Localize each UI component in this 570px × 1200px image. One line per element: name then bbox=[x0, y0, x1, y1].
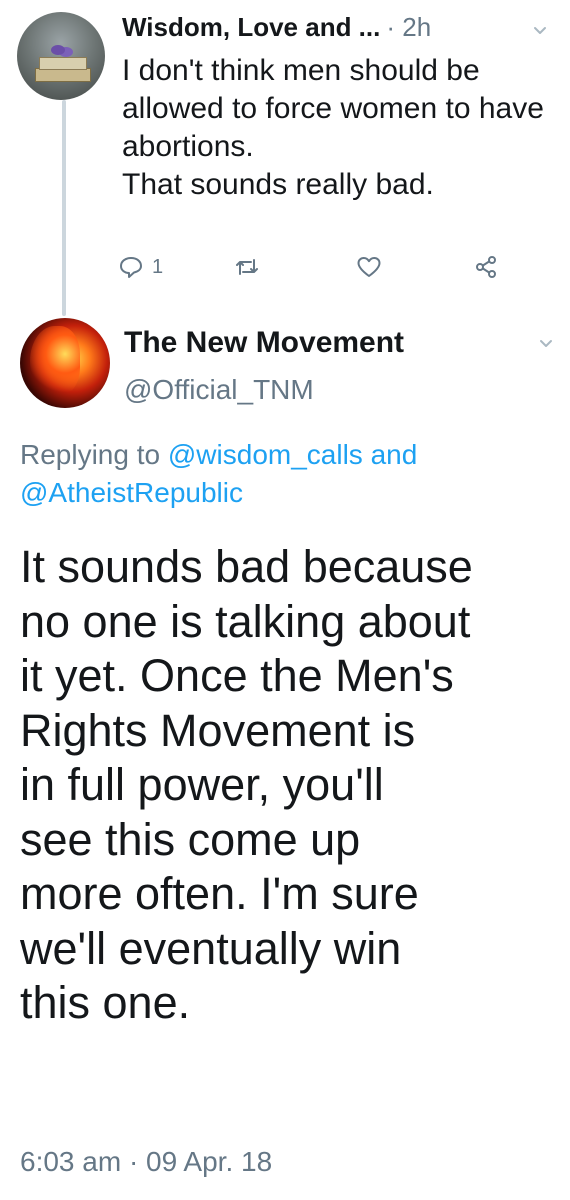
replying-to-label: Replying to bbox=[20, 439, 161, 470]
avatar[interactable] bbox=[20, 318, 110, 408]
chevron-down-icon[interactable] bbox=[538, 335, 554, 351]
parent-tweet-header: Wisdom, Love and ... · 2h bbox=[122, 12, 562, 52]
chevron-down-icon[interactable] bbox=[532, 22, 548, 38]
mention-link[interactable]: @AtheistRepublic bbox=[20, 477, 243, 508]
user-handle[interactable]: @Official_TNM bbox=[124, 374, 314, 406]
share-icon bbox=[476, 256, 496, 278]
reply-button[interactable]: 1 bbox=[118, 252, 163, 282]
parent-tweet-text: I don't think men should be allowed to f… bbox=[122, 54, 544, 201]
display-name[interactable]: The New Movement bbox=[124, 326, 404, 360]
heart-icon bbox=[357, 257, 381, 277]
reply-count: 1 bbox=[152, 255, 164, 278]
mention-conjunction: and bbox=[370, 439, 418, 470]
mention-link[interactable]: @wisdom_calls bbox=[168, 439, 363, 470]
retweet-icon bbox=[236, 259, 258, 275]
tweet-actions: 1 bbox=[118, 252, 518, 282]
share-button[interactable] bbox=[473, 252, 499, 282]
thread-connector-line bbox=[62, 100, 66, 316]
retweet-button[interactable] bbox=[234, 252, 260, 282]
like-button[interactable] bbox=[356, 252, 382, 282]
reply-icon bbox=[120, 257, 142, 278]
tweet-text: It sounds bad because no one is talking … bbox=[20, 541, 473, 1028]
display-name[interactable]: Wisdom, Love and ... bbox=[122, 12, 380, 42]
avatar[interactable] bbox=[17, 12, 105, 100]
replying-to-line: Replying to @wisdom_calls and @AtheistRe… bbox=[20, 436, 550, 512]
tweet-timestamp[interactable]: 6:03 am · 09 Apr. 18 bbox=[20, 1146, 272, 1178]
tweet-age: · 2h bbox=[386, 12, 432, 42]
